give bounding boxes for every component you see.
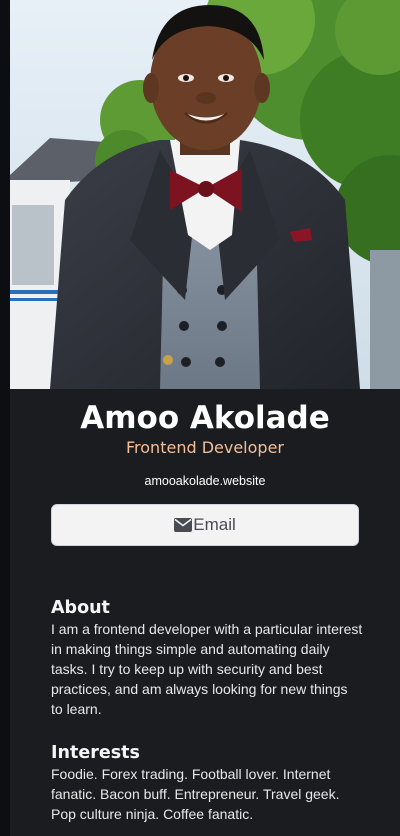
interests-heading: Interests: [51, 743, 140, 763]
about-text: I am a frontend developer with a particu…: [51, 621, 363, 717]
interests-text: Foodie. Forex trading. Football lover. I…: [51, 766, 340, 822]
envelope-icon: [174, 518, 193, 532]
website-link[interactable]: amooakolade.website: [10, 472, 400, 490]
email-button[interactable]: Email: [51, 504, 359, 546]
about-heading: About: [51, 598, 110, 618]
profile-card: Amoo Akolade Frontend Developer amooakol…: [10, 0, 400, 836]
email-button-label: Email: [193, 515, 236, 534]
profile-name: Amoo Akolade: [80, 400, 330, 436]
profile-photo: [10, 0, 400, 389]
profile-role: Frontend Developer: [126, 438, 284, 457]
